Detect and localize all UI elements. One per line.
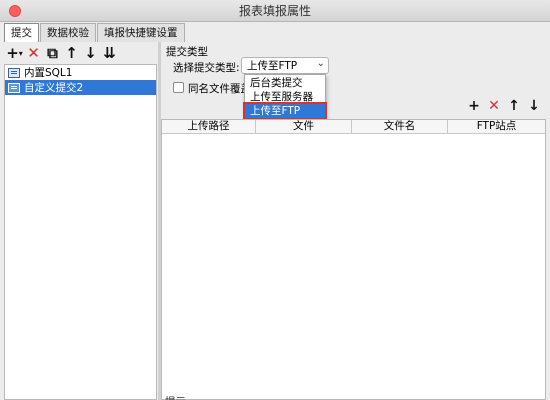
column-header-file[interactable]: 文件	[256, 120, 352, 133]
title-bar: 报表填报属性	[0, 0, 550, 22]
table-toolbar: + ✕ ↑ ↓	[464, 97, 544, 115]
window-title: 报表填报属性	[238, 4, 311, 18]
copy-icon[interactable]: ⧉	[44, 44, 61, 62]
submit-type-select[interactable]: 上传至FTP ⌄	[241, 57, 329, 74]
option-background-submit[interactable]: 后台类提交	[245, 76, 325, 90]
chevron-down-icon: ⌄	[316, 58, 325, 69]
table-header: 上传路径 文件 文件名 FTP站点	[162, 120, 545, 134]
move-down-icon[interactable]: ↓	[82, 44, 99, 62]
add-icon[interactable]: + ▾	[6, 44, 23, 62]
submit-tree: 内置SQL1 自定义提交2	[4, 64, 157, 400]
column-header-upload-path[interactable]: 上传路径	[162, 120, 256, 133]
column-header-ftp-site[interactable]: FTP站点	[448, 120, 545, 133]
window-controls	[9, 5, 21, 17]
submit-type-label: 选择提交类型:	[173, 62, 240, 74]
sort-icon[interactable]: ⇊	[101, 44, 118, 62]
submit-settings-panel: 提交类型 选择提交类型: 上传至FTP ⌄ 同名文件覆盖 后台类提交 上传至服务…	[161, 42, 550, 400]
submit-type-dropdown: 后台类提交 上传至服务器 上传至FTP	[243, 74, 327, 120]
tab-submit[interactable]: 提交	[4, 23, 39, 43]
tab-data-validation[interactable]: 数据校验	[40, 23, 96, 42]
upload-table: 上传路径 文件 文件名 FTP站点	[161, 119, 546, 400]
option-upload-ftp[interactable]: 上传至FTP	[243, 102, 327, 120]
move-row-down-icon[interactable]: ↓	[524, 97, 544, 115]
tree-item[interactable]: 自定义提交2	[5, 80, 156, 95]
column-header-file-name[interactable]: 文件名	[352, 120, 448, 133]
overwrite-label: 同名文件覆盖	[188, 83, 251, 95]
submit-list-panel: + ▾ ✕ ⧉ ↑ ↓ ⇊ 内置SQL1 自定义提交2	[2, 42, 157, 400]
footer-label: 提示	[165, 394, 186, 400]
tree-item-label: 自定义提交2	[24, 82, 84, 94]
submit-item-icon	[8, 82, 20, 93]
tab-shortcut-settings[interactable]: 填报快捷键设置	[97, 23, 185, 42]
left-toolbar: + ▾ ✕ ⧉ ↑ ↓ ⇊	[2, 42, 157, 64]
option-upload-server[interactable]: 上传至服务器	[245, 90, 325, 104]
submit-type-value: 上传至FTP	[247, 60, 298, 72]
add-row-icon[interactable]: +	[464, 97, 484, 115]
delete-icon[interactable]: ✕	[25, 44, 42, 62]
tree-item[interactable]: 内置SQL1	[5, 65, 156, 80]
delete-row-icon[interactable]: ✕	[484, 97, 504, 115]
tree-item-label: 内置SQL1	[24, 67, 73, 79]
submit-item-icon	[8, 67, 20, 78]
section-label: 提交类型	[166, 46, 208, 58]
overwrite-checkbox[interactable]	[173, 82, 184, 93]
move-row-up-icon[interactable]: ↑	[504, 97, 524, 115]
tab-bar: 提交 数据校验 填报快捷键设置	[4, 23, 186, 43]
close-window-button[interactable]	[9, 5, 21, 17]
move-up-icon[interactable]: ↑	[63, 44, 80, 62]
